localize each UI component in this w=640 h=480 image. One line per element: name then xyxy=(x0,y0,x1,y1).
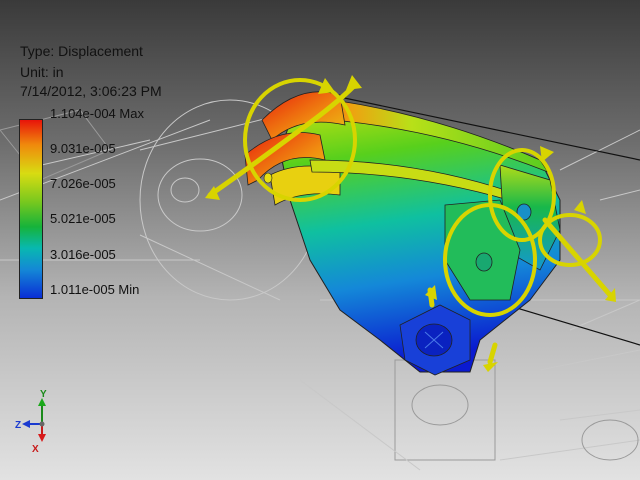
color-legend-bar[interactable] xyxy=(19,119,43,299)
graphics-viewport[interactable]: Type: Displacement Unit: in 7/14/2012, 3… xyxy=(0,0,640,480)
result-type-label: Type: Displacement xyxy=(20,43,143,59)
triad-y-label: Y xyxy=(40,390,47,400)
result-unit-label: Unit: in xyxy=(20,64,64,80)
legend-label-3: 7.026e-005 xyxy=(50,176,116,191)
result-timestamp-label: 7/14/2012, 3:06:23 PM xyxy=(20,83,162,99)
coordinate-triad-icon[interactable]: Y Z X xyxy=(14,390,64,454)
legend-label-4: 5.021e-005 xyxy=(50,211,116,226)
triad-z-label: Z xyxy=(15,420,21,431)
legend-label-2: 9.031e-005 xyxy=(50,141,116,156)
model-scene[interactable] xyxy=(0,0,640,480)
legend-label-min: 1.011e-005 Min xyxy=(50,282,140,297)
legend-label-max: 1.104e-004 Max xyxy=(50,106,144,121)
triad-x-label: X xyxy=(32,444,39,454)
legend-label-5: 3.016e-005 xyxy=(50,247,116,262)
